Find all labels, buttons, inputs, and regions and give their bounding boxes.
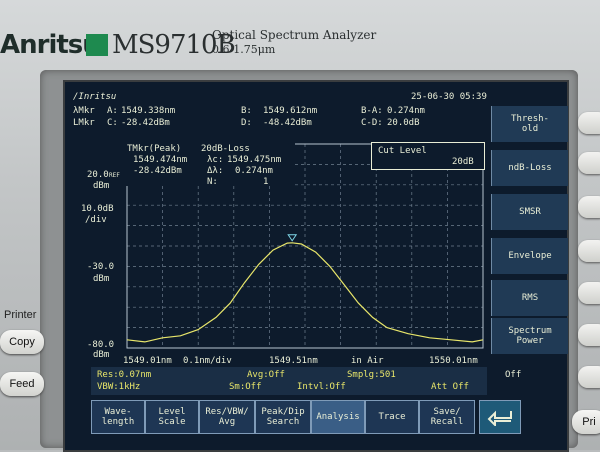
marker-c-value: -28.42dBm bbox=[121, 118, 170, 128]
marker-a-value: 1549.338nm bbox=[121, 106, 176, 116]
softkey-smsr[interactable]: SMSR bbox=[491, 194, 568, 230]
tab-trace[interactable]: Trace bbox=[365, 400, 419, 434]
marker-cd-value: 20.0dB bbox=[387, 118, 420, 128]
brand-logo: Anritsu bbox=[0, 30, 101, 60]
feed-button[interactable]: Feed bbox=[0, 372, 44, 396]
softkey-rms[interactable]: RMS bbox=[491, 280, 568, 316]
tmkr-center-label: λc: bbox=[207, 155, 224, 165]
tmkr-mode: 20dB-Loss bbox=[201, 144, 250, 154]
ref-level: 20.0 bbox=[87, 170, 109, 180]
x-center: 1549.51nm bbox=[269, 356, 318, 366]
mid-level: -30.0 bbox=[87, 262, 115, 272]
cut-level-value: 20dB bbox=[452, 157, 474, 167]
status-bar: Res:0.07nm Avg:Off Smplg:501 VBW:1kHz Sm… bbox=[91, 367, 487, 395]
marker-ba-label: B-A: bbox=[361, 106, 383, 116]
tab-save-recall[interactable]: Save/Recall bbox=[419, 400, 475, 434]
return-arrow-icon bbox=[487, 410, 512, 426]
hardkey-4[interactable] bbox=[578, 240, 600, 262]
bottom-level: -80.0 bbox=[87, 340, 115, 350]
tab-wavelength[interactable]: Wave-length bbox=[91, 400, 145, 434]
tmkr-power: -28.42dBm bbox=[133, 166, 182, 176]
screen-logo: /Inritsu bbox=[73, 92, 117, 102]
mid-unit: dBm bbox=[93, 274, 110, 284]
marker-a-label: A: bbox=[107, 106, 118, 116]
hardkey-2[interactable] bbox=[578, 152, 600, 174]
peak-marker-icon bbox=[287, 234, 298, 242]
tab-analysis[interactable]: Analysis bbox=[311, 400, 365, 434]
x-per-div: 0.1nm/div bbox=[183, 356, 232, 366]
hardkey-3[interactable] bbox=[578, 196, 600, 218]
status-res: Res:0.07nm bbox=[97, 370, 152, 380]
hardkey-7[interactable] bbox=[578, 366, 600, 388]
marker-cd-label: C-D: bbox=[361, 118, 383, 128]
tmkr-width-value: 0.274nm bbox=[235, 166, 273, 176]
softkey-spectrum-power[interactable]: Spectrum Power bbox=[491, 318, 568, 354]
hardkey-5[interactable] bbox=[578, 282, 600, 304]
cut-level-label: Cut Level bbox=[378, 146, 427, 156]
brand-strip: Anritsu MS9710B Optical Spectrum Analyze… bbox=[0, 8, 600, 60]
status-intvl: Intvl:Off bbox=[297, 382, 346, 392]
x-end: 1550.01nm bbox=[429, 356, 478, 366]
instrument-body: Anritsu MS9710B Optical Spectrum Analyze… bbox=[0, 0, 600, 452]
marker-ba-value: 0.274nm bbox=[387, 106, 425, 116]
wavelength-range: 0.6-1.75μm bbox=[212, 43, 276, 56]
printer-label: Printer bbox=[4, 309, 37, 321]
softkey-ndb-loss[interactable]: ndB-Loss bbox=[491, 150, 568, 186]
ref-unit: dBm bbox=[93, 181, 110, 191]
instrument-title: Optical Spectrum Analyzer bbox=[212, 28, 377, 42]
trace-marker-box: TMkr(Peak) 20dB-Loss 1549.474nm λc: 1549… bbox=[123, 138, 295, 187]
cut-level-box: Cut Level 20dB bbox=[371, 142, 485, 170]
bottom-unit: dBm bbox=[93, 350, 110, 360]
tmkr-center-value: 1549.475nm bbox=[227, 155, 282, 165]
marker-d-label: D: bbox=[241, 118, 252, 128]
tab-res-vbw-avg[interactable]: Res/VBW/Avg bbox=[199, 400, 255, 434]
marker-c-label: C: bbox=[107, 118, 118, 128]
return-arrow-button[interactable] bbox=[479, 400, 521, 434]
x-medium: in Air bbox=[351, 356, 384, 366]
status-off: Off bbox=[505, 370, 522, 380]
tmkr-n-label: N: bbox=[207, 177, 218, 187]
tab-level-scale[interactable]: Level Scale bbox=[145, 400, 199, 434]
tmkr-wavelength: 1549.474nm bbox=[133, 155, 188, 165]
tmkr-title: TMkr(Peak) bbox=[127, 144, 182, 154]
copy-button[interactable]: Copy bbox=[0, 330, 44, 354]
hardkey-6[interactable] bbox=[578, 324, 600, 346]
brand-mark-icon bbox=[86, 34, 108, 56]
scale-value: 10.0dB bbox=[81, 204, 114, 214]
status-smplg: Smplg:501 bbox=[347, 370, 396, 380]
marker-b-value: 1549.612nm bbox=[263, 106, 318, 116]
scale-unit: /div bbox=[85, 215, 107, 225]
hardkey-1[interactable] bbox=[578, 112, 600, 134]
status-sm: Sm:Off bbox=[229, 382, 262, 392]
marker-b-label: B: bbox=[241, 106, 252, 116]
softkey-threshold[interactable]: Thresh-old bbox=[491, 106, 568, 142]
tab-peak-dip-search[interactable]: Peak/Dip Search bbox=[255, 400, 311, 434]
lambda-marker-label: λMkr bbox=[73, 106, 95, 116]
tmkr-n-value: 1 bbox=[263, 177, 269, 187]
date-time: 25-06-30 05:39 bbox=[411, 92, 487, 102]
print-button[interactable]: Pri bbox=[572, 410, 600, 434]
level-marker-label: LMkr bbox=[73, 118, 95, 128]
ref-tag: REF bbox=[109, 172, 120, 179]
tmkr-width-label: Δλ: bbox=[207, 166, 224, 176]
spectrum-trace bbox=[126, 242, 484, 343]
marker-d-value: -48.42dBm bbox=[263, 118, 312, 128]
display-screen: /Inritsu 25-06-30 05:39 λMkr A: 1549.338… bbox=[63, 80, 569, 452]
status-vbw: VBW:1kHz bbox=[97, 382, 141, 392]
status-att: Att Off bbox=[431, 382, 469, 392]
status-avg: Avg:Off bbox=[247, 370, 285, 380]
softkey-envelope[interactable]: Envelope bbox=[491, 238, 568, 274]
x-start: 1549.01nm bbox=[123, 356, 172, 366]
